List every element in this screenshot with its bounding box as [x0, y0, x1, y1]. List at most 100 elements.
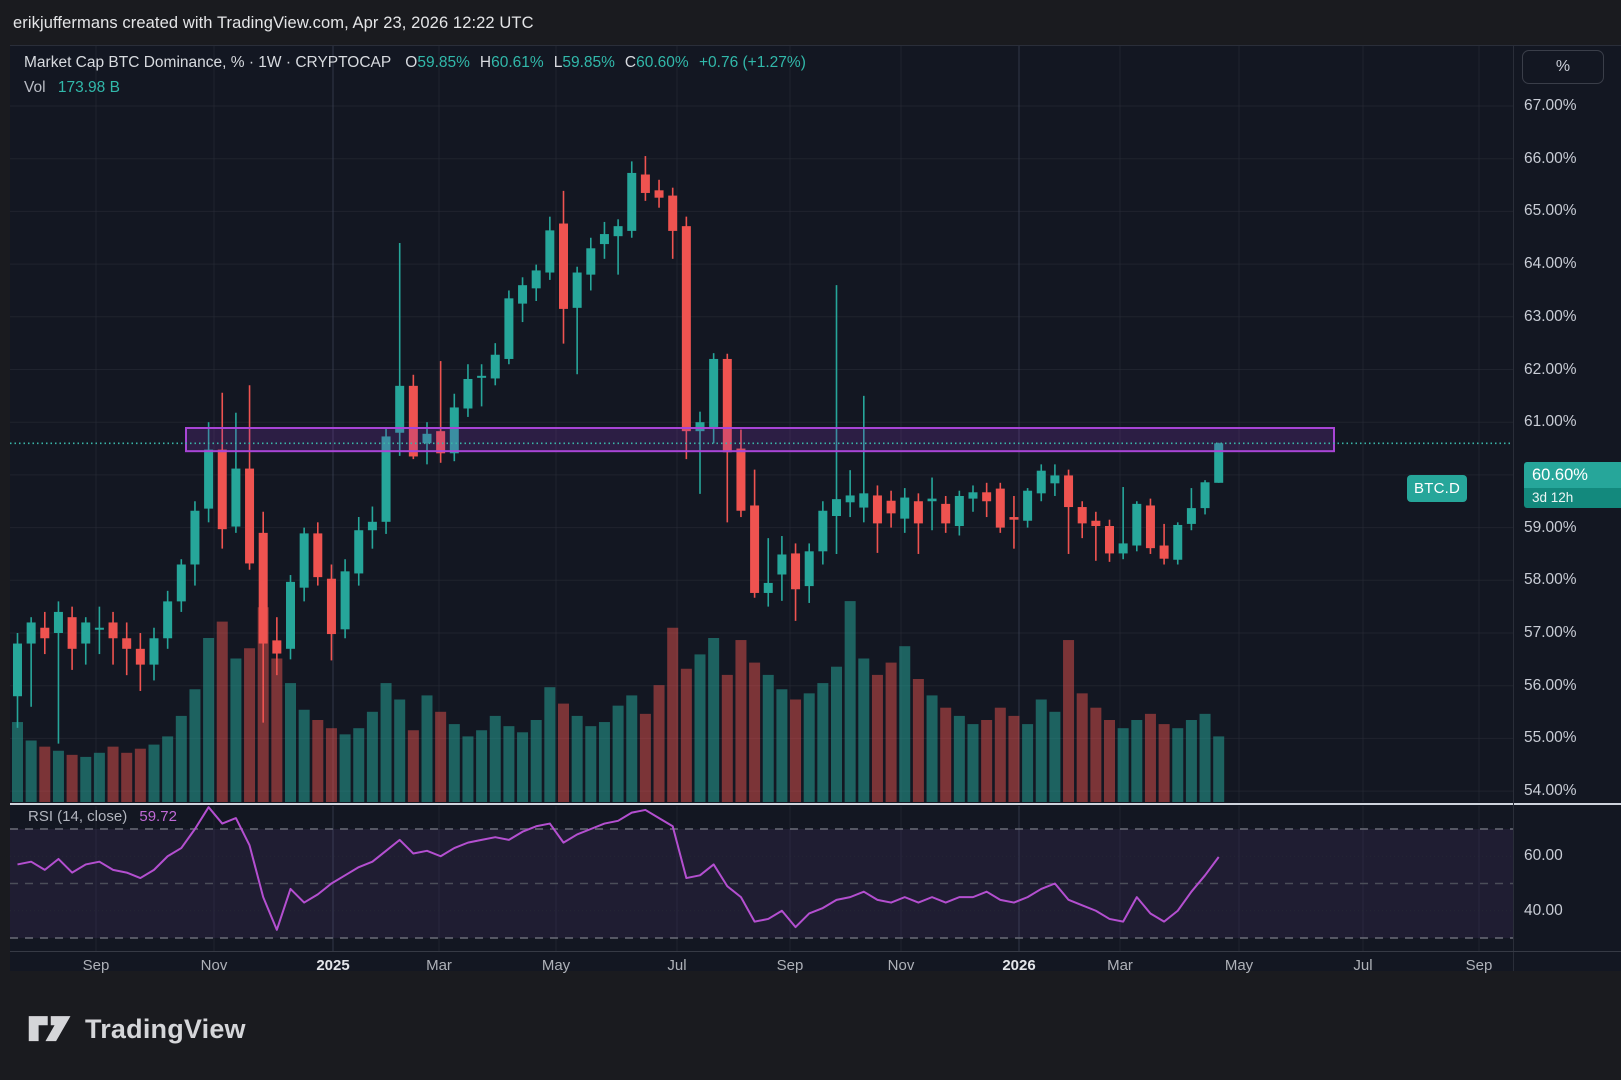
candle-body — [1050, 475, 1059, 483]
price-axis[interactable]: % 67.00%66.00%65.00%64.00%63.00%62.00%61… — [1513, 46, 1621, 971]
percent-unit-button[interactable]: % — [1522, 50, 1604, 84]
volume-bar — [1131, 720, 1142, 802]
time-axis-month-label: Jul — [667, 957, 686, 974]
volume-bar — [681, 669, 692, 802]
symbol-meta: · 1W · CRYPTOCAP — [249, 54, 391, 71]
volume-bar — [121, 753, 132, 802]
volume-bar — [954, 716, 965, 802]
time-axis-month-label: Nov — [888, 957, 915, 974]
candle-body — [1064, 475, 1073, 507]
candle-body — [1091, 521, 1100, 526]
price-axis-label: 66.00% — [1524, 150, 1577, 168]
volume-bar — [776, 689, 787, 802]
candle-body — [573, 273, 582, 308]
candle-body — [532, 270, 541, 288]
candle-body — [928, 499, 937, 502]
candle-body — [709, 359, 718, 429]
price-axis-label: 57.00% — [1524, 624, 1577, 642]
candle-body — [231, 469, 240, 527]
volume-bar — [353, 728, 364, 802]
candle-body — [941, 504, 950, 523]
volume-bar — [1063, 640, 1074, 802]
volume-bar — [1008, 716, 1019, 802]
candle-body — [873, 495, 882, 523]
candle-body — [586, 248, 595, 274]
candle-body — [368, 522, 377, 530]
volume-bar — [203, 638, 214, 802]
candle-body — [40, 628, 49, 639]
volume-bar — [572, 716, 583, 802]
volume-legend[interactable]: Vol 173.98 B — [24, 79, 120, 97]
volume-bar — [626, 695, 637, 802]
volume-bar — [654, 685, 665, 802]
footer-branding[interactable]: TradingView — [28, 1012, 246, 1046]
volume-bar — [831, 667, 842, 802]
time-axis-month-label: Sep — [1466, 957, 1493, 974]
candle-body — [81, 622, 90, 643]
candle-body — [477, 376, 486, 378]
chart-canvas[interactable] — [10, 46, 1621, 971]
volume-bar — [39, 747, 50, 802]
price-axis-label: 61.00% — [1524, 413, 1577, 431]
volume-bar — [640, 714, 651, 802]
candle-body — [668, 196, 677, 231]
supply-zone-box[interactable] — [186, 428, 1334, 451]
candle-body — [1201, 482, 1210, 508]
candle-body — [614, 226, 623, 236]
candle-body — [750, 505, 759, 592]
rsi-legend[interactable]: RSI (14, close) 59.72 — [28, 808, 177, 825]
volume-bar — [845, 601, 856, 802]
volume-bar — [1159, 724, 1170, 802]
ohlc-key: H — [480, 54, 491, 71]
candle-body — [136, 649, 145, 665]
candle-body — [177, 564, 186, 601]
volume-bar — [1077, 693, 1088, 802]
volume-bar — [544, 687, 555, 802]
candle-body — [218, 450, 227, 530]
price-axis-label: 55.00% — [1524, 729, 1577, 747]
volume-bar — [12, 722, 23, 802]
volume-bar — [271, 659, 282, 803]
volume-bar — [1090, 708, 1101, 802]
time-axis-year-label: 2025 — [316, 957, 349, 974]
candle-body — [313, 533, 322, 577]
candle-body — [341, 571, 350, 629]
volume-bar — [189, 689, 200, 802]
candle-body — [286, 582, 295, 649]
time-axis-month-label: May — [542, 957, 570, 974]
candle-body — [914, 501, 923, 523]
volume-bar — [858, 659, 869, 803]
time-axis[interactable]: SepNov2025MarMayJulSepNov2026MarMayJulSe… — [10, 951, 1621, 972]
last-price-tag[interactable]: 60.60% 3d 12h — [1524, 462, 1621, 508]
candle-body — [1078, 507, 1087, 523]
ohlc-value: 60.61% — [491, 54, 544, 71]
rsi-axis-label: 60.00 — [1524, 847, 1563, 865]
volume-bar — [285, 683, 296, 802]
volume-bar — [108, 747, 119, 802]
symbol-legend[interactable]: Market Cap BTC Dominance, % · 1W · CRYPT… — [24, 54, 806, 72]
volume-bar — [1145, 714, 1156, 802]
volume-bar — [1049, 712, 1060, 802]
rsi-label: RSI (14, close) — [28, 808, 127, 825]
volume-bar — [667, 628, 678, 802]
chart-panel[interactable]: Market Cap BTC Dominance, % · 1W · CRYPT… — [10, 45, 1621, 971]
volume-bar — [67, 755, 78, 802]
volume-bar — [1186, 720, 1197, 802]
ohlc-key: O — [405, 54, 417, 71]
volume-bar — [230, 659, 241, 803]
candle-body — [13, 644, 22, 697]
volume-bar — [326, 728, 337, 802]
candle-body — [272, 640, 281, 653]
price-axis-label: 63.00% — [1524, 308, 1577, 326]
volume-bar — [476, 730, 487, 802]
attribution-text: erikjuffermans created with TradingView.… — [13, 14, 534, 33]
candle-body — [1009, 517, 1018, 520]
candle-body — [996, 489, 1005, 528]
candle-body — [1173, 525, 1182, 560]
symbol-price-flag[interactable]: BTC.D — [1407, 475, 1467, 502]
time-axis-year-label: 2026 — [1002, 957, 1035, 974]
volume-bar — [490, 716, 501, 802]
candle-body — [887, 501, 896, 514]
volume-label: Vol — [24, 79, 46, 96]
volume-bar — [1172, 728, 1183, 802]
